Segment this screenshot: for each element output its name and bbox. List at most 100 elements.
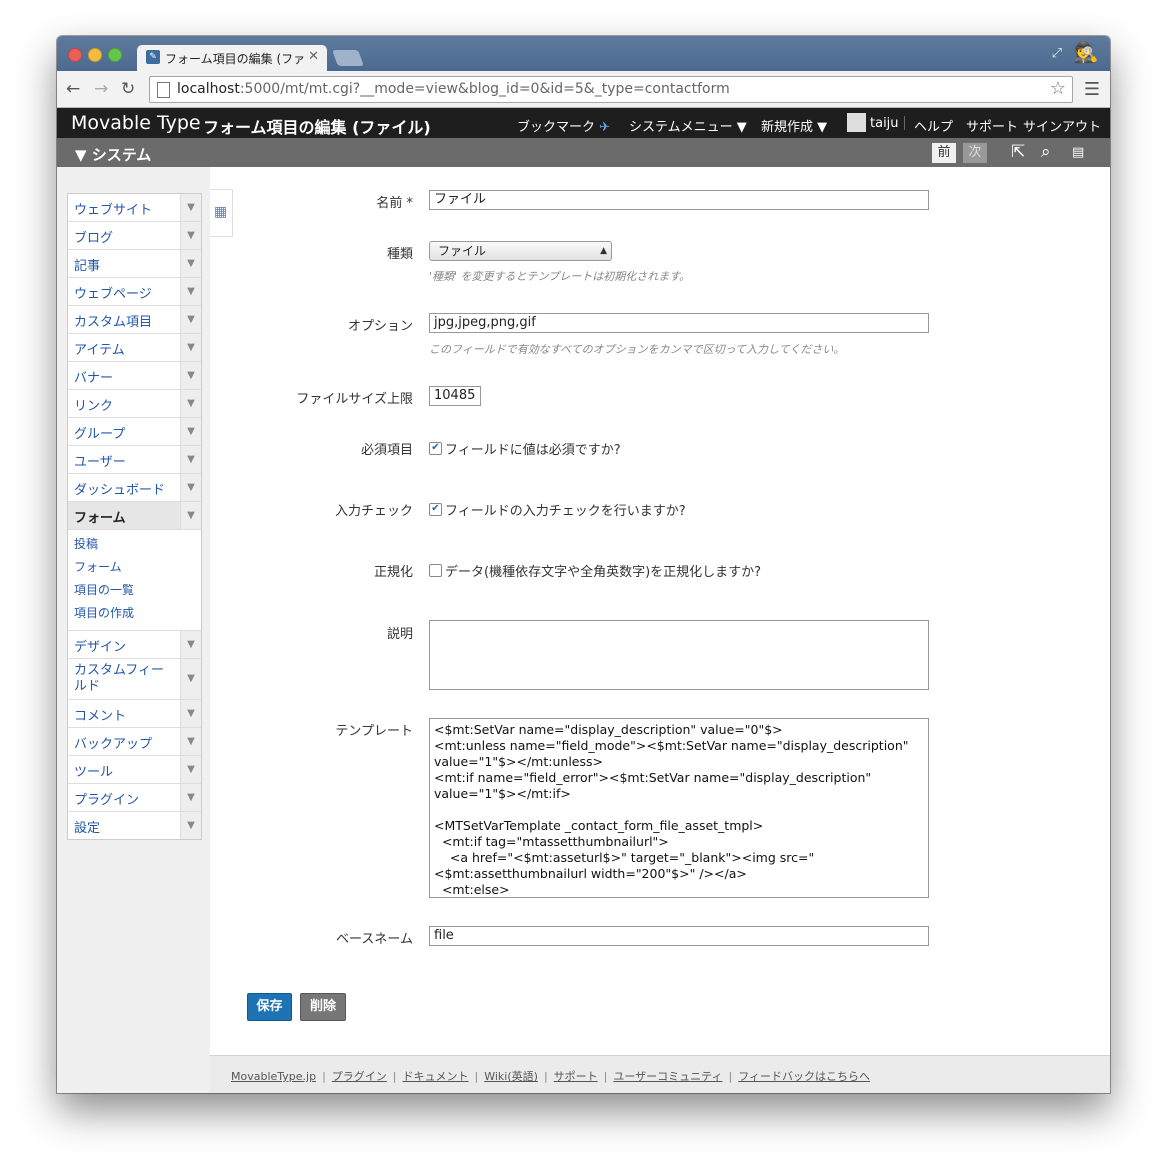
triangle-down-icon[interactable]: ▼ [180, 278, 201, 305]
save-button[interactable]: 保存 [247, 993, 292, 1021]
widget-tab[interactable]: ▦ [210, 189, 233, 237]
delete-button[interactable]: 削除 [300, 993, 346, 1021]
check-checkbox-label: フィールドの入力チェックを行いますか? [445, 504, 686, 519]
bookmark-icon: ✈ [599, 120, 611, 135]
footer-link-community[interactable]: ユーザーコミュニティ [613, 1070, 722, 1083]
submenu-item-form[interactable]: フォーム [68, 556, 201, 579]
type-select[interactable]: ファイル ▲ [429, 241, 612, 261]
zoom-window-button[interactable] [108, 48, 122, 62]
required-checkbox[interactable]: ✔ [429, 442, 442, 455]
nav-support[interactable]: サポート [966, 116, 1018, 135]
nav-bookmark[interactable]: ブックマーク ✈ [517, 116, 610, 135]
template-textarea[interactable]: <$mt:SetVar name="display_description" v… [429, 718, 929, 898]
footer-link-movabletype[interactable]: MovableType.jp [231, 1070, 316, 1083]
address-bar[interactable]: localhost:5000/mt/mt.cgi?__mode=view&blo… [149, 76, 1073, 103]
sidebar-item-users[interactable]: ユーザー ▼ [68, 446, 201, 474]
triangle-down-icon[interactable]: ▼ [180, 659, 201, 699]
close-window-button[interactable] [68, 48, 82, 62]
sidebar-item-assets[interactable]: アイテム ▼ [68, 334, 201, 362]
mt-logo[interactable]: Movable Type [71, 112, 201, 134]
reload-icon[interactable]: ↻ [121, 79, 135, 99]
triangle-down-icon[interactable]: ▼ [180, 812, 201, 839]
nav-signout[interactable]: サインアウト [1023, 116, 1101, 135]
sidebar-item-blog[interactable]: ブログ ▼ [68, 222, 201, 250]
sidebar-item-entries[interactable]: 記事 ▼ [68, 250, 201, 278]
nav-system-menu[interactable]: システムメニュー ▼ [629, 116, 747, 135]
triangle-down-icon[interactable]: ▼ [180, 390, 201, 417]
triangle-down-icon[interactable]: ▼ [180, 362, 201, 389]
sidebar-item-custom-items[interactable]: カスタム項目 ▼ [68, 306, 201, 334]
sidebar-item-label: カスタム項目 [74, 315, 153, 330]
basename-input[interactable]: file [429, 926, 929, 946]
url-text[interactable]: localhost:5000/mt/mt.cgi?__mode=view&blo… [177, 81, 730, 97]
submenu-item-post[interactable]: 投稿 [68, 533, 201, 556]
submenu-item-field-list[interactable]: 項目の一覧 [68, 579, 201, 602]
forward-arrow-icon[interactable]: → [94, 79, 108, 99]
footer-link-feedback[interactable]: フィードバックはこちらへ [738, 1070, 870, 1083]
sidebar-item-settings[interactable]: 設定 ▼ [68, 812, 201, 839]
sidebar-item-links[interactable]: リンク ▼ [68, 390, 201, 418]
submenu-item-field-create[interactable]: 項目の作成 [68, 602, 201, 625]
triangle-down-icon[interactable]: ▼ [180, 418, 201, 445]
sidebar-item-form[interactable]: フォーム ▼ [68, 502, 201, 530]
footer-link-wiki[interactable]: Wiki(英語) [484, 1070, 538, 1083]
triangle-down-icon[interactable]: ▼ [180, 250, 201, 277]
sidebar-item-backup[interactable]: バックアップ ▼ [68, 728, 201, 756]
bookmark-star-icon[interactable]: ☆ [1050, 78, 1066, 99]
nav-help[interactable]: ヘルプ [914, 116, 953, 135]
triangle-down-icon[interactable]: ▼ [180, 784, 201, 811]
triangle-down-icon[interactable]: ▼ [180, 502, 201, 529]
view-site-icon[interactable]: ⇱ [1011, 142, 1025, 162]
prev-button[interactable]: 前 [932, 143, 956, 163]
browser-tab[interactable]: ✎ フォーム項目の編集 (ファイル) ✕ [137, 45, 327, 71]
search-icon[interactable]: ⌕ [1041, 142, 1051, 162]
normalize-checkbox[interactable] [429, 564, 442, 577]
sidebar-item-design[interactable]: デザイン ▼ [68, 631, 201, 659]
nav-user[interactable]: taiju [870, 116, 899, 131]
fullscreen-icon[interactable]: ⤢ [1052, 46, 1062, 61]
footer-link-plugins[interactable]: プラグイン [332, 1070, 387, 1083]
triangle-down-icon[interactable]: ▼ [180, 756, 201, 783]
minimize-window-button[interactable] [88, 48, 102, 62]
sidebar-item-comments[interactable]: コメント ▼ [68, 700, 201, 728]
filesize-input[interactable]: 10485 [429, 386, 481, 406]
options-input[interactable]: jpg,jpeg,png,gif [429, 313, 929, 333]
tab-title: フォーム項目の編集 (ファイル) [165, 52, 305, 66]
footer-link-support[interactable]: サポート [554, 1070, 598, 1083]
avatar[interactable] [847, 113, 866, 132]
next-button[interactable]: 次 [963, 143, 987, 163]
triangle-down-icon[interactable]: ▼ [180, 728, 201, 755]
nav-new[interactable]: 新規作成 ▼ [761, 116, 827, 135]
triangle-down-icon[interactable]: ▼ [180, 631, 201, 658]
sidebar-item-tools[interactable]: ツール ▼ [68, 756, 201, 784]
back-arrow-icon[interactable]: ← [66, 79, 80, 99]
name-input[interactable]: ファイル [429, 190, 929, 210]
new-tab-button[interactable] [332, 50, 364, 66]
sidebar-item-banner[interactable]: バナー ▼ [68, 362, 201, 390]
scope-selector[interactable]: ▼ システム [75, 144, 151, 165]
triangle-down-icon[interactable]: ▼ [180, 700, 201, 727]
triangle-down-icon[interactable]: ▼ [180, 194, 201, 221]
triangle-down-icon[interactable]: ▼ [180, 334, 201, 361]
sidebar-item-dashboard[interactable]: ダッシュボード ▼ [68, 474, 201, 502]
sidebar-item-pages[interactable]: ウェブページ ▼ [68, 278, 201, 306]
description-text [430, 621, 928, 689]
triangle-down-icon[interactable]: ▼ [180, 306, 201, 333]
sidebar-item-website[interactable]: ウェブサイト ▼ [68, 194, 201, 222]
sidebar-item-plugins[interactable]: プラグイン ▼ [68, 784, 201, 812]
browser-menu-icon[interactable]: ☰ [1084, 79, 1100, 100]
lock-icon[interactable]: ▤ [1072, 145, 1084, 160]
check-checkbox[interactable]: ✔ [429, 503, 442, 516]
sidebar-item-custom-fields[interactable]: カスタムフィールド ▼ [68, 659, 201, 700]
triangle-down-icon[interactable]: ▼ [180, 446, 201, 473]
triangle-down-icon[interactable]: ▼ [180, 474, 201, 501]
form-submenu: 投稿 フォーム 項目の一覧 項目の作成 [68, 530, 201, 631]
triangle-down-icon[interactable]: ▼ [180, 222, 201, 249]
page-title: フォーム項目の編集 (ファイル) [203, 118, 431, 137]
sidebar-item-groups[interactable]: グループ ▼ [68, 418, 201, 446]
sidebar-item-label: ブログ [74, 231, 114, 246]
description-textarea[interactable] [429, 620, 929, 690]
sidebar-item-label: カスタムフィールド [74, 663, 164, 694]
footer-link-docs[interactable]: ドキュメント [403, 1070, 469, 1083]
close-icon[interactable]: ✕ [308, 49, 319, 64]
